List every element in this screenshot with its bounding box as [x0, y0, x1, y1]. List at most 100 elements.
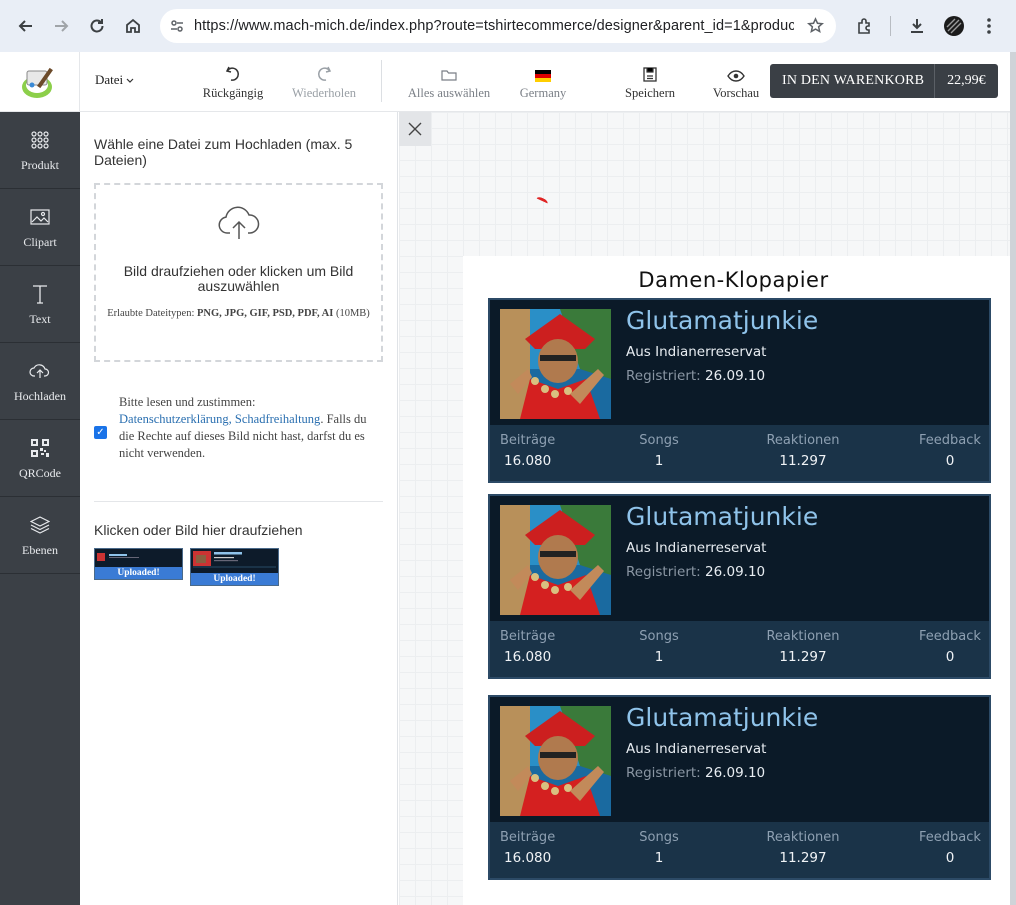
select-all-label: Alles auswählen [407, 86, 491, 100]
stat-value: 0 [945, 649, 955, 665]
stat-value: 16.080 [504, 649, 552, 665]
bookmark-star-icon[interactable] [806, 17, 825, 39]
extensions-icon[interactable] [848, 0, 882, 52]
close-icon [408, 122, 422, 136]
stat-value: 16.080 [504, 453, 552, 469]
forward-icon[interactable] [43, 8, 79, 44]
sidebar-item-label: Ebenen [22, 542, 58, 557]
stat-value: 16.080 [504, 850, 552, 866]
window-scroll-edge [1010, 52, 1016, 905]
uploaded-thumbnail[interactable]: Uploaded! [94, 548, 183, 580]
consent-checkbox[interactable]: ✓ [94, 426, 107, 439]
stat-beitraege: Beiträge 16.080 [500, 433, 556, 469]
site-logo[interactable] [0, 52, 80, 112]
stat-label: Reaktionen [766, 830, 840, 845]
save-label: Speichern [625, 86, 675, 100]
stat-songs: Songs 1 [630, 433, 688, 469]
url-text[interactable]: https://www.mach-mich.de/index.php?route… [194, 18, 794, 34]
design-canvas[interactable]: Damen-Klopapier Glutamatjunkie Aus India… [399, 112, 1010, 905]
preview-button[interactable]: Vorschau [708, 58, 764, 101]
uploaded-thumbnail[interactable]: Uploaded! [190, 548, 279, 586]
stat-label: Feedback [919, 830, 981, 845]
toolbar-separator [381, 60, 382, 102]
stat-value: 11.297 [779, 453, 827, 469]
undo-button[interactable]: Rückgängig [200, 58, 266, 101]
layers-icon [30, 513, 50, 537]
language-label: Germany [519, 86, 567, 100]
profile-stats: Beiträge 16.080 Songs 1 Reaktionen 11.297 F… [490, 621, 989, 677]
back-icon[interactable] [8, 8, 44, 44]
language-selector[interactable]: Germany [514, 58, 572, 101]
red-stroke-mark [535, 195, 549, 207]
grid-dots-icon [30, 128, 50, 152]
panel-divider [94, 501, 383, 502]
select-all-button[interactable]: Alles auswählen [404, 58, 494, 101]
sidebar-item-label: Hochladen [14, 388, 66, 403]
preview-label: Vorschau [712, 86, 760, 100]
profile-avatar[interactable] [937, 0, 971, 52]
profile-photo [500, 309, 611, 419]
profile-name: Glutamatjunkie [626, 703, 819, 732]
chevron-down-icon [126, 72, 134, 87]
stat-songs: Songs 1 [630, 830, 688, 866]
profile-card[interactable]: Glutamatjunkie Aus Indianerreservat Regi… [488, 298, 991, 483]
profile-photo [500, 505, 611, 615]
close-panel-button[interactable] [399, 112, 431, 146]
designer-app: Datei Rückgängig Wiederholen Alles auswä… [0, 52, 1010, 905]
stat-value: 0 [945, 453, 955, 469]
sidebar-item-text[interactable]: Text [0, 266, 80, 343]
site-info-icon[interactable] [160, 18, 194, 34]
sidebar-item-produkt[interactable]: Produkt [0, 112, 80, 189]
product-print-area: Damen-Klopapier Glutamatjunkie Aus India… [463, 256, 1010, 905]
sidebar-item-qrcode[interactable]: QRCode [0, 420, 80, 497]
upload-dropzone[interactable]: Bild draufziehen oder klicken um Bild au… [94, 183, 383, 362]
stat-value: 0 [945, 850, 955, 866]
address-bar[interactable]: https://www.mach-mich.de/index.php?route… [160, 9, 836, 43]
profile-registered: Registriert: 26.09.10 [626, 765, 765, 781]
thumbnail-preview [191, 549, 278, 568]
file-menu[interactable]: Datei [95, 72, 134, 88]
kebab-menu-icon[interactable] [972, 0, 1006, 52]
profile-card[interactable]: Glutamatjunkie Aus Indianerreservat Regi… [488, 494, 991, 679]
profile-stats: Beiträge 16.080 Songs 1 Reaktionen 11.297 F… [490, 425, 989, 481]
uploaded-badge: Uploaded! [95, 567, 182, 579]
add-to-cart-button[interactable]: IN DEN WARENKORB 22,99€ [770, 64, 998, 98]
redo-icon [288, 58, 360, 82]
stat-label: Songs [639, 433, 679, 448]
profile-card[interactable]: Glutamatjunkie Aus Indianerreservat Regi… [488, 695, 991, 880]
folder-icon [404, 58, 494, 82]
profile-registered: Registriert: 26.09.10 [626, 368, 765, 384]
dropzone-text: Bild draufziehen oder klicken um Bild au… [123, 263, 354, 294]
stat-label: Reaktionen [766, 433, 840, 448]
download-icon[interactable] [900, 0, 934, 52]
sidebar-item-hochladen[interactable]: Hochladen [0, 343, 80, 420]
sidebar-item-clipart[interactable]: Clipart [0, 189, 80, 266]
click-or-drag-text: Klicken oder Bild hier draufziehen [94, 522, 303, 538]
sidebar-item-ebenen[interactable]: Ebenen [0, 497, 80, 574]
cart-price: 22,99€ [934, 64, 998, 98]
eye-icon [708, 58, 764, 82]
upload-panel: Wähle eine Datei zum Hochladen (max. 5 D… [80, 112, 398, 905]
registered-date: 26.09.10 [705, 564, 766, 580]
privacy-link[interactable]: Datenschutzerklärung, Schadfreihaltung [119, 412, 320, 426]
registered-date: 26.09.10 [705, 765, 766, 781]
save-button[interactable]: Speichern [620, 58, 680, 101]
profile-card-header: Glutamatjunkie Aus Indianerreservat Regi… [490, 300, 989, 425]
profile-photo [500, 706, 611, 816]
browser-toolbar: https://www.mach-mich.de/index.php?route… [0, 0, 1016, 52]
profile-origin: Aus Indianerreservat [626, 540, 767, 556]
stat-label: Songs [639, 830, 679, 845]
stat-songs: Songs 1 [630, 629, 688, 665]
text-icon [32, 282, 48, 306]
stat-beitraege: Beiträge 16.080 [500, 830, 556, 866]
profile-card-header: Glutamatjunkie Aus Indianerreservat Regi… [490, 496, 989, 621]
consent-row: ✓ Bitte lesen und zustimmen: Datenschutz… [94, 394, 384, 462]
home-icon[interactable] [115, 8, 151, 44]
german-flag-icon [514, 58, 572, 82]
redo-button[interactable]: Wiederholen [288, 58, 360, 101]
allowed-prefix: Erlaubte Dateitypen: [107, 308, 195, 319]
stat-reaktionen: Reaktionen 11.297 [758, 830, 848, 866]
reload-icon[interactable] [79, 8, 115, 44]
stat-feedback: Feedback 0 [918, 629, 982, 665]
stat-label: Beiträge [500, 629, 556, 644]
